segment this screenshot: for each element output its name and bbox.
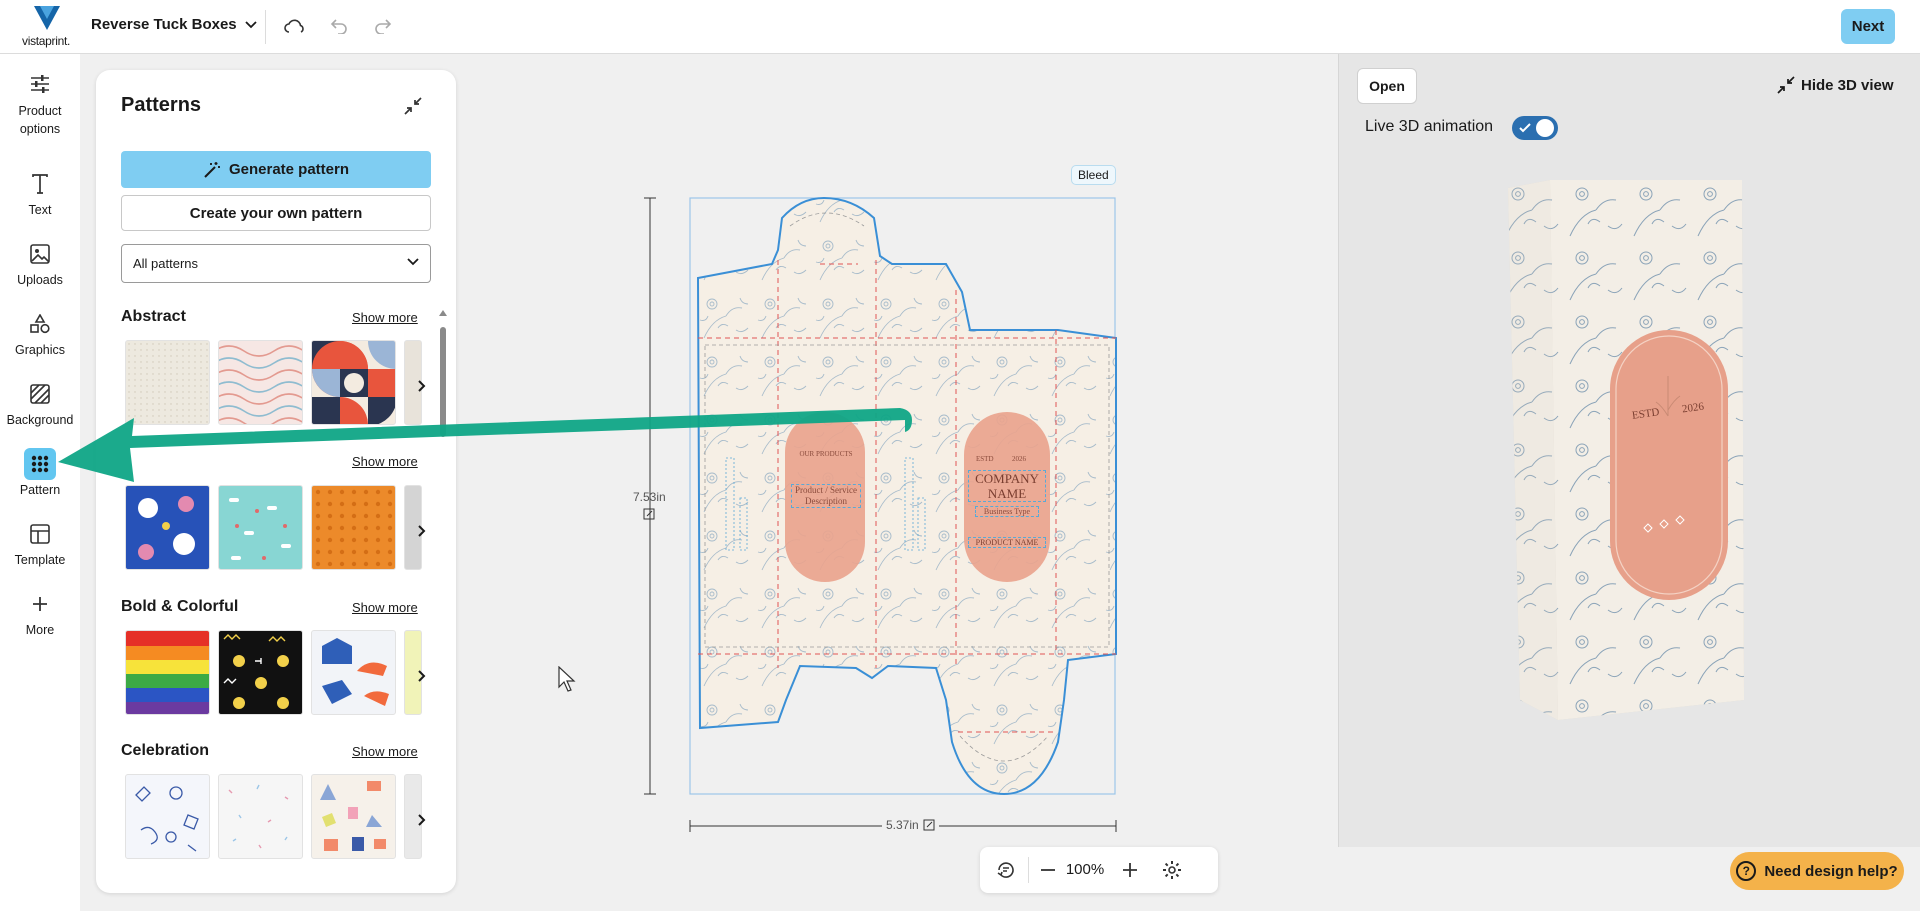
open-button[interactable]: Open [1357,68,1417,104]
live-3d-label: Live 3D animation [1365,118,1494,135]
edit-icon [643,508,655,520]
collapse-icon [1777,76,1795,94]
company-line-1: COMPANY [975,471,1039,486]
toggle-knob [1536,119,1554,137]
service-line-1: Product / Service [795,485,857,495]
box-our-products: OUR PRODUCTS [799,450,853,458]
live-3d-toggle[interactable] [1512,116,1558,140]
box-estd: ESTD [976,455,994,463]
service-line-2: Description [805,496,847,506]
zoom-toolbar: 100% [980,847,1218,893]
company-line-2: NAME [987,486,1027,501]
settings-icon[interactable] [1160,858,1184,882]
height-value: 7.53in [633,490,666,504]
question-icon: ? [1736,861,1757,881]
rotate-view-icon[interactable] [994,858,1018,882]
height-dimension[interactable]: 7.53in [633,490,666,520]
edit-icon [923,819,935,831]
zoom-in-icon[interactable] [1120,858,1140,882]
box-service-description[interactable]: Product / Service Description [791,484,861,508]
box-company-name[interactable]: COMPANY NAME [968,470,1046,502]
mouse-cursor-icon [558,666,576,692]
width-value: 5.37in [886,818,919,832]
3d-box-render [1508,180,1744,720]
width-dimension[interactable]: 5.37in [882,818,939,832]
hide-3d-view-button[interactable]: Hide 3D view [1777,76,1894,94]
need-design-help-button[interactable]: ? Need design help? [1730,852,1904,890]
hide-3d-label: Hide 3D view [1801,76,1894,94]
help-label: Need design help? [1764,862,1898,880]
box-year: 2026 [1012,455,1026,463]
box-business-type[interactable]: Business Type [975,506,1039,517]
zoom-divider [1028,857,1029,883]
zoom-level[interactable]: 100% [1062,861,1108,878]
zoom-out-icon[interactable] [1038,858,1058,882]
check-icon [1519,123,1531,133]
box-product-name[interactable]: PRODUCT NAME [968,537,1046,548]
